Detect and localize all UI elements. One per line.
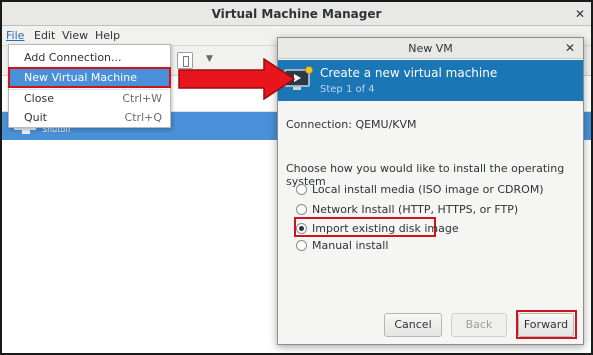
radio-label: Manual install [312, 239, 389, 252]
close-icon[interactable]: ✕ [565, 38, 575, 59]
red-arrow-annotation [178, 58, 296, 100]
main-window-titlebar: Virtual Machine Manager [2, 2, 591, 26]
menu-item-close[interactable]: Close Ctrl+W [9, 89, 170, 108]
radio-button-selected[interactable] [296, 223, 307, 234]
file-menu: Add Connection... New Virtual Machine Cl… [8, 44, 171, 128]
radio-label: Import existing disk image [312, 222, 459, 235]
wizard-title: Create a new virtual machine [320, 66, 498, 80]
menu-item-accelerator: Ctrl+Q [124, 111, 162, 124]
menu-item-label: Quit [24, 111, 47, 124]
radio-label: Network Install (HTTP, HTTPS, or FTP) [312, 203, 519, 216]
menu-file[interactable]: File [6, 29, 24, 42]
radio-button[interactable] [296, 184, 307, 195]
forward-button[interactable]: Forward [518, 313, 574, 337]
menu-item-add-connection[interactable]: Add Connection... [9, 48, 170, 67]
screenshot-frame: Virtual Machine Manager ✕ File Edit View… [0, 0, 593, 355]
menu-edit[interactable]: Edit [34, 29, 55, 42]
back-button[interactable]: Back [451, 313, 507, 337]
main-window-title: Virtual Machine Manager [211, 7, 382, 21]
connection-label: Connection: QEMU/KVM [286, 118, 417, 131]
menu-item-label: Close [24, 92, 54, 105]
menu-item-accelerator: Ctrl+W [122, 92, 162, 105]
close-icon[interactable]: ✕ [575, 2, 585, 26]
radio-button[interactable] [296, 240, 307, 251]
cancel-button[interactable]: Cancel [384, 313, 442, 337]
menu-item-label: New Virtual Machine [24, 71, 137, 84]
radio-label: Local install media (ISO image or CDROM) [312, 183, 544, 196]
menu-item-new-virtual-machine[interactable]: New Virtual Machine [8, 67, 171, 88]
dialog-titlebar: New VM [278, 38, 583, 59]
menu-item-quit[interactable]: Quit Ctrl+Q [9, 108, 170, 127]
radio-button[interactable] [296, 204, 307, 215]
new-vm-dialog: New VM ✕ Create a new virtual machine St… [277, 37, 584, 345]
dialog-title: New VM [408, 42, 453, 55]
menu-item-label: Add Connection... [24, 51, 122, 64]
wizard-banner: Create a new virtual machine Step 1 of 4 [278, 60, 583, 101]
wizard-step: Step 1 of 4 [320, 84, 375, 95]
menu-help[interactable]: Help [95, 29, 120, 42]
menu-view[interactable]: View [62, 29, 88, 42]
